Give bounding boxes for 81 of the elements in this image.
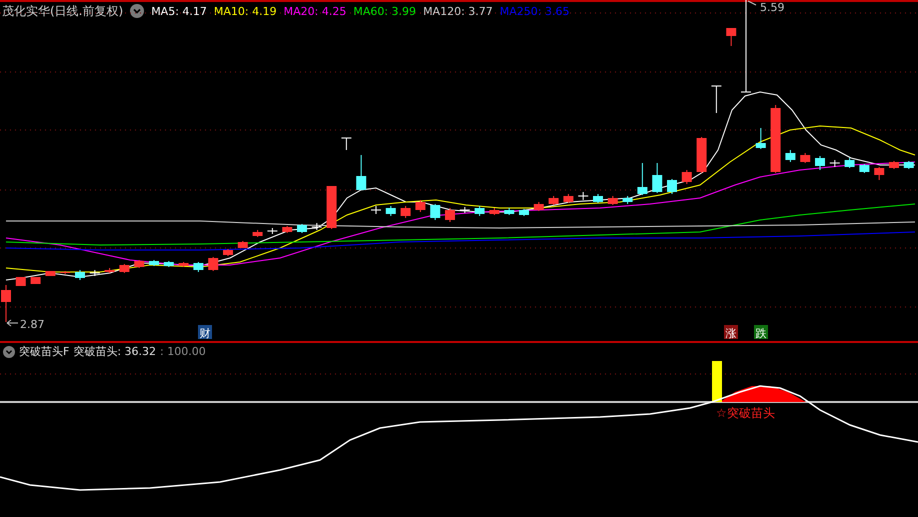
moving-average-value: MA5: 4.17 xyxy=(151,4,207,18)
candlestick xyxy=(430,204,440,220)
dropdown-icon[interactable] xyxy=(3,346,15,358)
candlestick xyxy=(193,262,204,272)
candlestick xyxy=(682,170,692,184)
candlestick xyxy=(252,230,263,238)
candlestick xyxy=(726,28,736,46)
candlestick xyxy=(904,160,914,170)
candlestick xyxy=(60,270,70,274)
candlestick xyxy=(474,206,485,216)
moving-average-value: MA20: 4.25 xyxy=(284,4,346,18)
candlestick xyxy=(356,154,366,190)
candlestick xyxy=(238,240,248,248)
candlestick xyxy=(637,162,648,196)
candlestick xyxy=(489,208,500,216)
candlestick xyxy=(208,256,218,272)
candlestick xyxy=(223,248,233,256)
candlestick xyxy=(667,178,677,194)
candlestick xyxy=(696,136,707,174)
moving-average-value: MA10: 4.19 xyxy=(214,4,277,18)
moving-average-value: MA60: 3.99 xyxy=(353,4,416,18)
candlestick xyxy=(889,160,899,170)
candlestick xyxy=(104,268,115,274)
candlestick xyxy=(1,284,11,322)
candlestick xyxy=(164,260,174,268)
candlestick xyxy=(282,226,292,234)
candlestick xyxy=(859,164,870,174)
candlestick xyxy=(340,138,352,150)
candlestick xyxy=(710,86,722,114)
candlestick xyxy=(548,196,559,206)
signal-bar xyxy=(712,361,722,402)
low-price-arrow-icon xyxy=(6,320,18,326)
signal-label: ☆突破苗头 xyxy=(716,406,775,420)
candlestick xyxy=(119,264,130,274)
indicator-name: 突破苗头F xyxy=(19,344,70,359)
candlestick xyxy=(386,206,396,216)
dropdown-icon[interactable] xyxy=(130,4,144,18)
candlestick xyxy=(829,160,840,168)
candlestick xyxy=(415,200,426,212)
moving-average-value: MA250: 3.65 xyxy=(500,4,570,18)
candlestick xyxy=(149,260,159,266)
candlestick xyxy=(326,186,337,230)
candlestick xyxy=(459,206,470,214)
candlestick xyxy=(874,166,884,180)
candlestick xyxy=(563,194,574,204)
candlestick xyxy=(400,206,411,218)
low-price-label: 2.87 xyxy=(20,318,44,331)
high-price-label: 5.59 xyxy=(760,1,784,14)
stock-title: 茂化实华(日线.前复权) xyxy=(2,2,124,20)
candlestick xyxy=(593,194,603,204)
candlestick xyxy=(785,150,796,162)
candlestick xyxy=(756,128,766,150)
candlestick xyxy=(311,222,322,230)
candlestick xyxy=(815,156,825,170)
indicator-value: 突破苗头: 36.32 xyxy=(73,344,156,359)
candlestick xyxy=(770,104,781,174)
candlestick xyxy=(608,196,618,206)
candlestick xyxy=(844,158,855,168)
candlestick xyxy=(445,208,455,222)
candlestick xyxy=(534,202,544,212)
candlestick xyxy=(297,224,307,234)
candlestick xyxy=(370,206,382,214)
candlestick xyxy=(519,208,529,216)
candlestick xyxy=(652,162,662,194)
candlestick xyxy=(800,152,810,164)
candlestick xyxy=(504,208,514,216)
moving-average-value: MA120: 3.77 xyxy=(423,4,493,18)
event-marker[interactable]: 涨 xyxy=(724,325,738,340)
candlestick xyxy=(178,262,189,268)
candlestick xyxy=(578,192,589,200)
candlestick xyxy=(134,260,144,268)
candlestick xyxy=(45,270,56,276)
candlestick xyxy=(89,270,100,276)
candlestick xyxy=(266,228,278,234)
candlestick xyxy=(16,276,26,286)
indicator-scale: : 100.00 xyxy=(160,345,206,358)
candlestick xyxy=(622,196,633,204)
event-marker[interactable]: 跌 xyxy=(754,325,768,340)
candlestick xyxy=(75,270,85,280)
candlestick xyxy=(30,276,41,284)
event-marker[interactable]: 财 xyxy=(198,325,212,340)
